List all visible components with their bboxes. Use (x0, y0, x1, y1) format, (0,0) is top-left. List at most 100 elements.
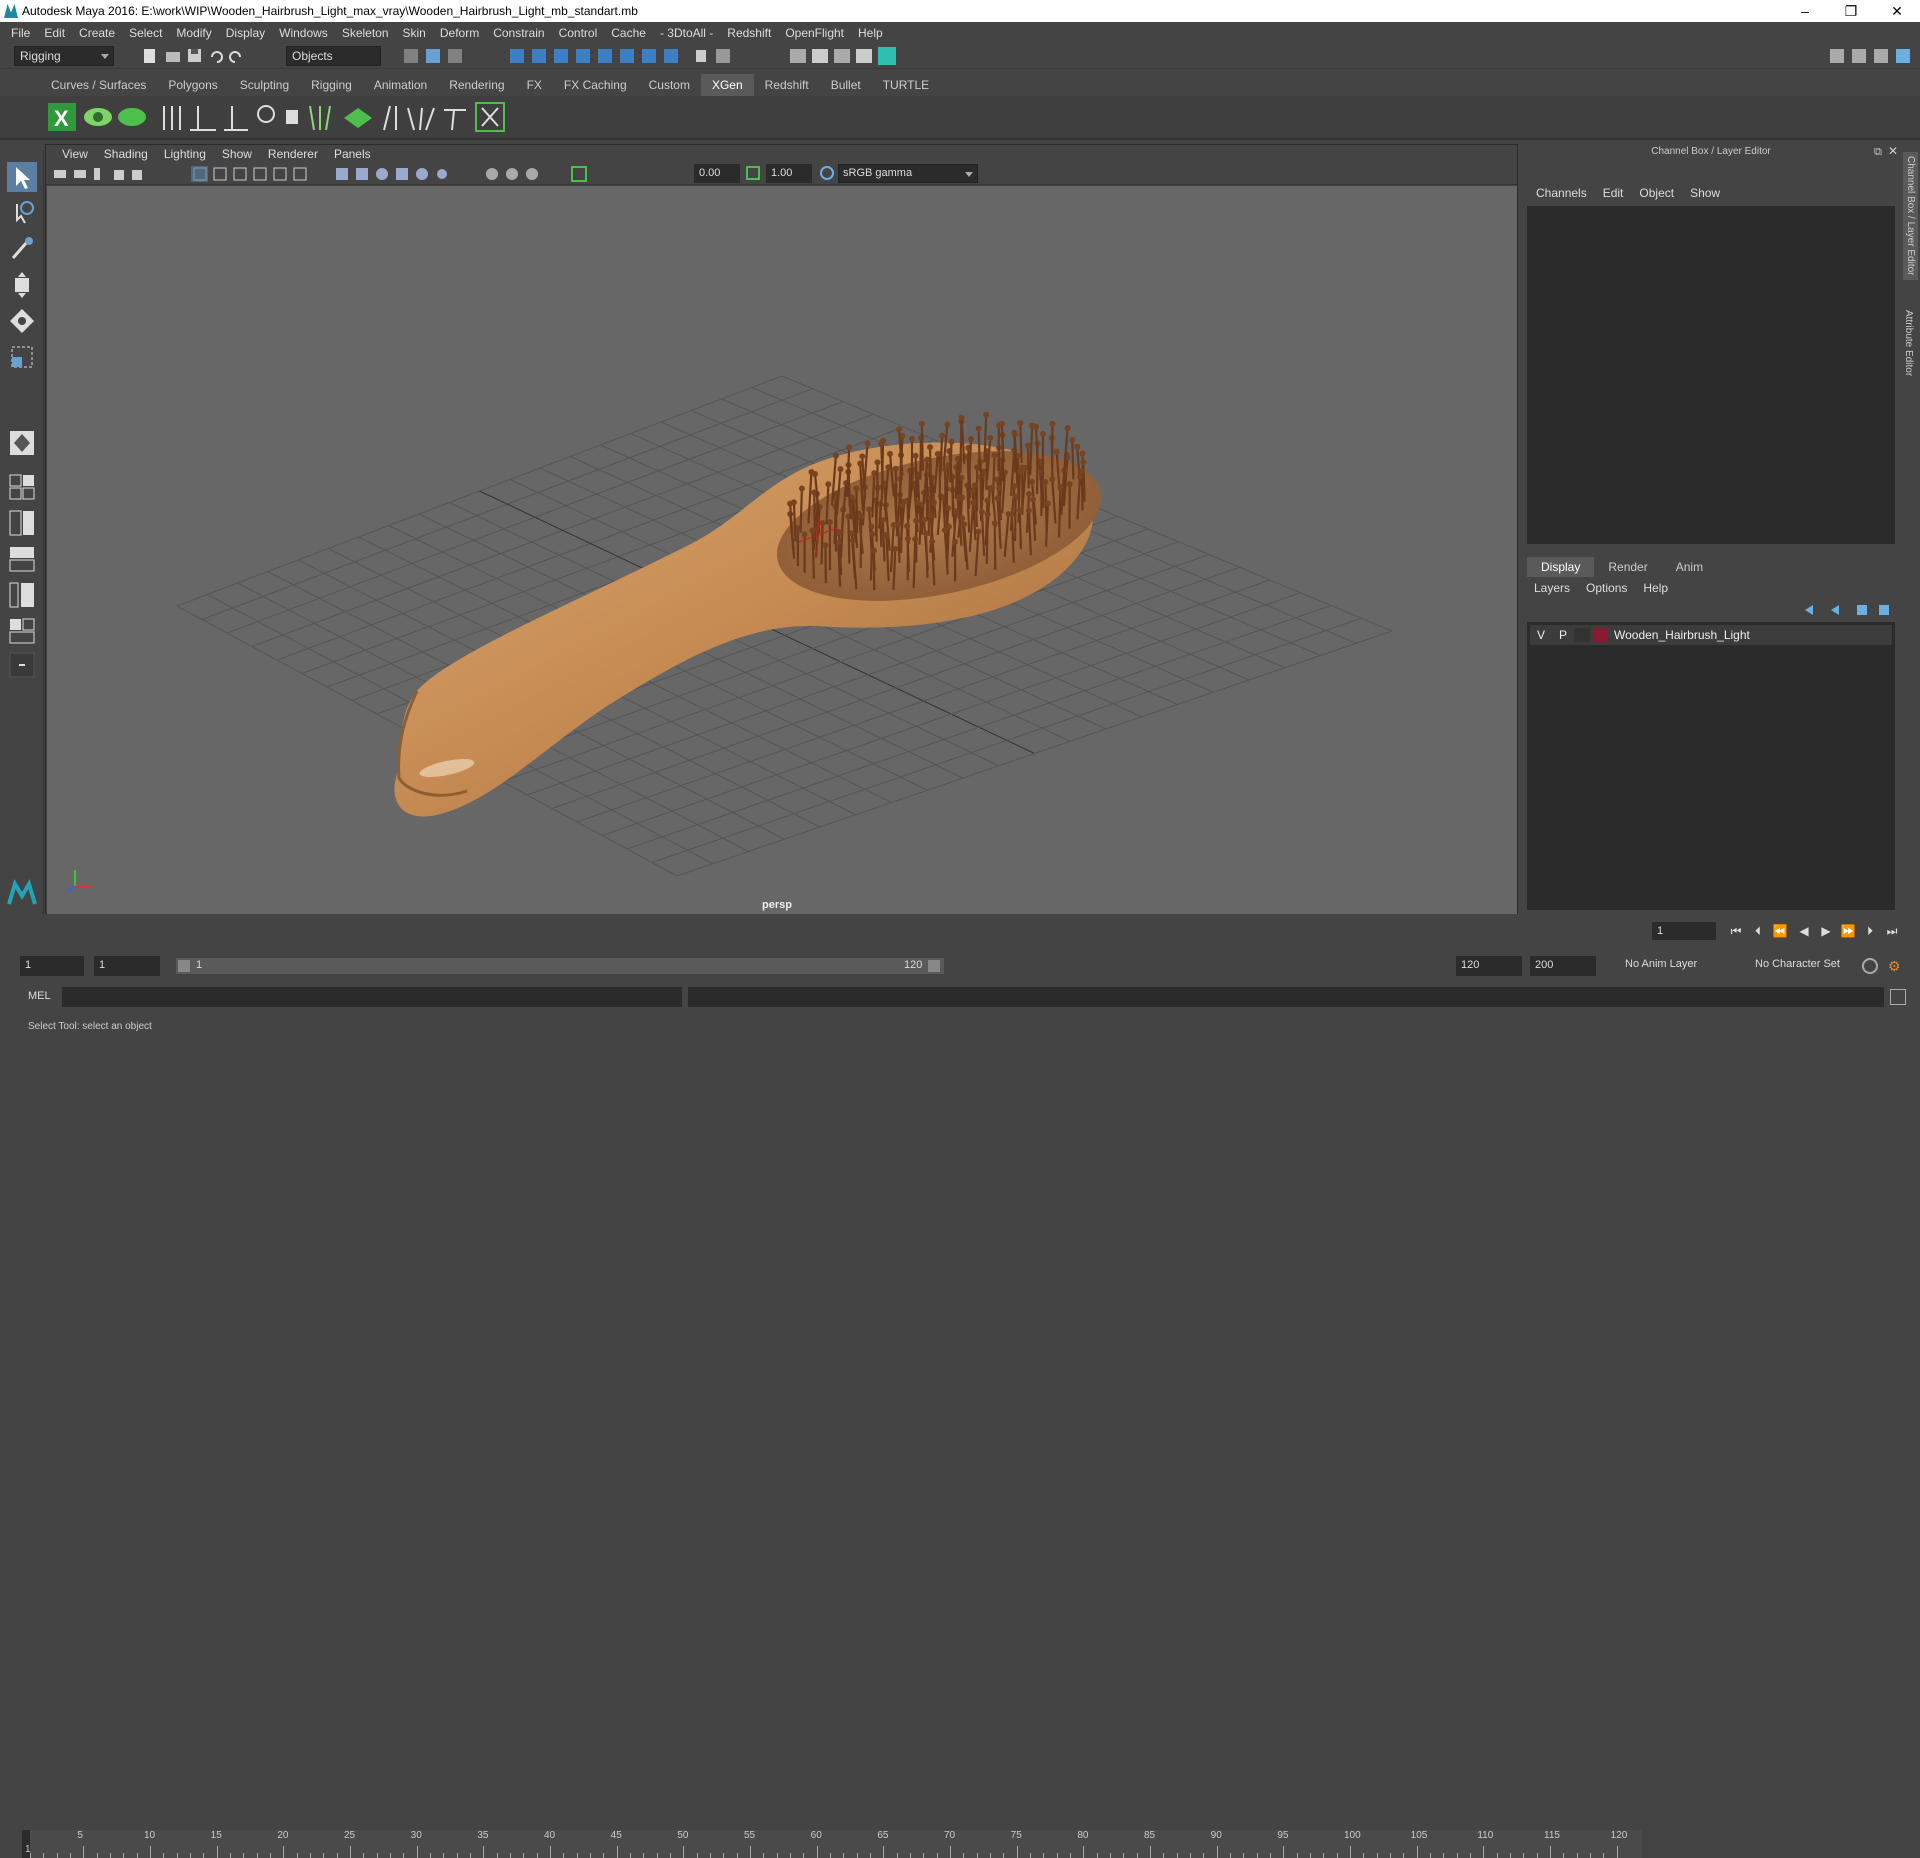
rotate-tool-icon[interactable] (7, 306, 37, 336)
shelf-tab-animation[interactable]: Animation (363, 74, 438, 96)
viewport-menu-view[interactable]: View (62, 147, 88, 161)
xgen-shelf-icons[interactable]: X (46, 100, 526, 136)
layout-single-icon[interactable] (7, 428, 37, 458)
snap-tools-icons[interactable] (400, 46, 940, 66)
shelf-tab-custom[interactable]: Custom (638, 74, 701, 96)
scene-canvas[interactable] (47, 186, 1517, 914)
lasso-tool-icon[interactable] (7, 198, 37, 228)
menu-constrain[interactable]: Constrain (493, 26, 544, 40)
shelf-tab-fx[interactable]: FX (516, 74, 553, 96)
options-menu[interactable]: Options (1586, 581, 1627, 595)
gamma-toggle-icon[interactable] (746, 166, 760, 180)
menu-redshift[interactable]: Redshift (727, 26, 771, 40)
layer-row[interactable]: V P Wooden_Hairbrush_Light (1530, 625, 1892, 645)
hairbrush-model[interactable] (394, 412, 1114, 817)
toolbox-menu-icon[interactable] (7, 650, 37, 680)
menu-openflight[interactable]: OpenFlight (785, 26, 844, 40)
viewport-menu-lighting[interactable]: Lighting (164, 147, 206, 161)
layer-color-swatch[interactable] (1594, 628, 1608, 642)
menu-windows[interactable]: Windows (279, 26, 328, 40)
layout-persp-graph-icon[interactable] (7, 616, 37, 646)
layer-tab-display[interactable]: Display (1527, 557, 1594, 577)
menu-cache[interactable]: Cache (611, 26, 646, 40)
menu-help[interactable]: Help (858, 26, 883, 40)
go-to-start-icon[interactable]: ⏮ (1728, 924, 1744, 940)
layout-graph-icon[interactable] (7, 580, 37, 610)
layout-four-icon[interactable] (7, 472, 37, 502)
paint-select-icon[interactable] (7, 234, 37, 264)
layout-two-icon[interactable] (7, 508, 37, 538)
shelf-tab-xgen[interactable]: XGen (701, 74, 754, 96)
menu-modify[interactable]: Modify (176, 26, 211, 40)
command-input[interactable] (62, 987, 682, 1007)
layer-action-icons[interactable] (1797, 602, 1892, 618)
layer-type-toggle[interactable] (1574, 628, 1590, 642)
shelf-tab-turtle[interactable]: TURTLE (872, 74, 940, 96)
shelf-tab-rendering[interactable]: Rendering (438, 74, 515, 96)
minimize-button[interactable]: – (1782, 0, 1828, 22)
viewport-menu-renderer[interactable]: Renderer (268, 147, 318, 161)
menu-edit[interactable]: Edit (44, 26, 65, 40)
side-tab-channel-box[interactable]: Channel Box / Layer Editor (1903, 152, 1918, 280)
3d-viewport[interactable]: persp (47, 186, 1517, 914)
playback-start-field[interactable]: 1 (94, 956, 160, 976)
go-to-end-icon[interactable]: ⏭ (1884, 924, 1900, 940)
layer-tab-anim[interactable]: Anim (1662, 557, 1717, 577)
object-menu[interactable]: Object (1639, 186, 1674, 200)
color-space-dropdown[interactable]: sRGB gamma (838, 164, 978, 183)
current-frame-field[interactable]: 1 (1652, 922, 1716, 940)
edit-menu[interactable]: Edit (1603, 186, 1624, 200)
side-tab-attribute-editor[interactable]: Attribute Editor (1903, 310, 1914, 376)
float-panel-icon[interactable]: ⧉ (1874, 146, 1882, 159)
layout-outliner-icon[interactable] (7, 544, 37, 574)
color-management-icon[interactable] (820, 166, 834, 180)
range-end-handle[interactable] (928, 960, 940, 972)
select-tool-icon[interactable] (7, 162, 37, 192)
playback-end-field[interactable]: 120 (1456, 956, 1522, 976)
menu-skeleton[interactable]: Skeleton (342, 26, 389, 40)
exposure-field[interactable]: 0.00 (694, 164, 740, 183)
time-ruler[interactable]: 1 51015202530354045505560657075808590951… (22, 1830, 1642, 1858)
step-back-frame-icon[interactable]: ⏪ (1772, 924, 1788, 940)
help-menu[interactable]: Help (1643, 581, 1668, 595)
viewport-menu-panels[interactable]: Panels (334, 147, 371, 161)
command-language-label[interactable]: MEL (28, 990, 51, 1002)
layer-tab-render[interactable]: Render (1594, 557, 1661, 577)
script-editor-icon[interactable] (1890, 989, 1906, 1005)
channel-list[interactable] (1527, 206, 1895, 544)
shelf-tab-curves[interactable]: Curves / Surfaces (40, 74, 157, 96)
maya-home-icon[interactable] (7, 878, 37, 908)
preferences-icon[interactable]: ⚙ (1888, 958, 1904, 974)
channels-menu[interactable]: Channels (1536, 186, 1587, 200)
viewport-menu-shading[interactable]: Shading (104, 147, 148, 161)
gamma-field[interactable]: 1.00 (766, 164, 812, 183)
menu-select[interactable]: Select (129, 26, 162, 40)
menu-3dtoall[interactable]: - 3DtoAll - (660, 26, 713, 40)
scale-tool-icon[interactable] (7, 342, 37, 372)
close-button[interactable]: ✕ (1874, 0, 1920, 22)
viewport-toolbar-icons[interactable] (52, 166, 632, 182)
viewport-menu-show[interactable]: Show (222, 147, 252, 161)
close-panel-icon[interactable]: ✕ (1888, 144, 1898, 158)
menu-display[interactable]: Display (226, 26, 265, 40)
auto-key-icon[interactable] (1862, 958, 1878, 974)
range-start-handle[interactable] (178, 960, 190, 972)
shelf-tab-bullet[interactable]: Bullet (820, 74, 872, 96)
layer-playback-toggle[interactable]: P (1552, 628, 1574, 642)
selection-mode-dropdown[interactable]: Objects (286, 46, 381, 66)
step-forward-key-icon[interactable]: ⏵ (1862, 924, 1878, 940)
shelf-tab-rigging[interactable]: Rigging (300, 74, 363, 96)
layer-visibility-toggle[interactable]: V (1530, 628, 1552, 642)
menu-set-dropdown[interactable]: Rigging (14, 46, 114, 66)
menu-file[interactable]: File (11, 26, 30, 40)
shelf-tab-polygons[interactable]: Polygons (157, 74, 228, 96)
character-set-dropdown[interactable]: No Character Set (1750, 956, 1872, 976)
layers-menu[interactable]: Layers (1534, 581, 1570, 595)
menu-control[interactable]: Control (559, 26, 598, 40)
layer-name[interactable]: Wooden_Hairbrush_Light (1614, 628, 1750, 642)
menu-deform[interactable]: Deform (440, 26, 479, 40)
animation-start-field[interactable]: 1 (20, 956, 84, 976)
shelf-tab-sculpting[interactable]: Sculpting (229, 74, 300, 96)
play-backward-icon[interactable]: ◀ (1796, 924, 1812, 940)
move-tool-icon[interactable] (7, 270, 37, 300)
